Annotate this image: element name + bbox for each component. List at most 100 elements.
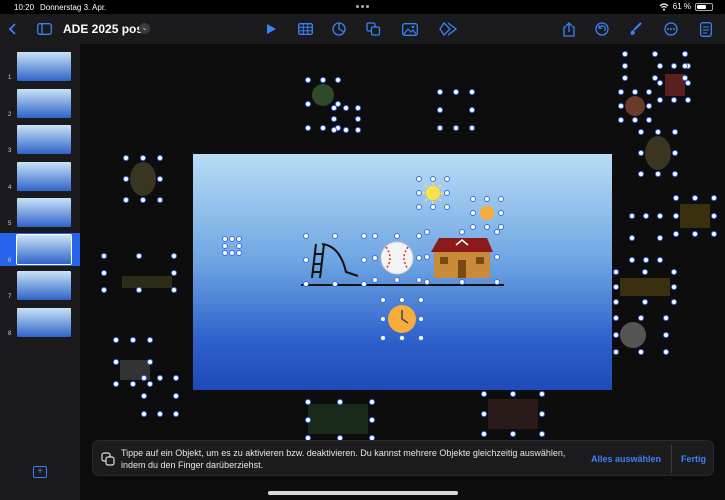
selection-handle[interactable] xyxy=(113,359,119,365)
selection-handle[interactable] xyxy=(685,80,691,86)
selection-handle[interactable] xyxy=(303,257,309,263)
moon-object-right[interactable] xyxy=(645,136,671,170)
selection-handle[interactable] xyxy=(123,176,129,182)
selection-handle[interactable] xyxy=(638,171,644,177)
selection-handle[interactable] xyxy=(372,277,378,283)
wheel-object[interactable] xyxy=(620,322,646,348)
selection-handle[interactable] xyxy=(470,196,476,202)
selection-handle[interactable] xyxy=(229,250,235,256)
slide-thumbnail-8[interactable]: 8 xyxy=(0,306,80,339)
selection-handle[interactable] xyxy=(469,107,475,113)
selection-handle[interactable] xyxy=(481,431,487,437)
selection-handle[interactable] xyxy=(361,257,367,263)
selection-handle[interactable] xyxy=(673,195,679,201)
selection-handle[interactable] xyxy=(638,315,644,321)
selection-handle[interactable] xyxy=(430,176,436,182)
selection-handle[interactable] xyxy=(510,391,516,397)
selection-handle[interactable] xyxy=(101,287,107,293)
selection-handle[interactable] xyxy=(394,277,400,283)
multitasking-dots[interactable] xyxy=(356,5,369,8)
selection-handle[interactable] xyxy=(638,129,644,135)
tree-group-object[interactable] xyxy=(308,404,368,434)
selection-handle[interactable] xyxy=(646,103,652,109)
selection-handle[interactable] xyxy=(222,236,228,242)
selection-handle[interactable] xyxy=(171,253,177,259)
back-button[interactable] xyxy=(4,20,22,38)
insert-shape-button[interactable] xyxy=(364,20,382,38)
selection-handle[interactable] xyxy=(671,97,677,103)
selection-handle[interactable] xyxy=(484,196,490,202)
slide-thumbnail-5[interactable]: 5 xyxy=(0,196,80,229)
selection-handle[interactable] xyxy=(380,335,386,341)
selection-handle[interactable] xyxy=(481,411,487,417)
selection-handle[interactable] xyxy=(305,417,311,423)
selection-handle[interactable] xyxy=(613,299,619,305)
selection-handle[interactable] xyxy=(646,117,652,123)
selection-handle[interactable] xyxy=(418,297,424,303)
selection-handle[interactable] xyxy=(305,125,311,131)
selection-handle[interactable] xyxy=(332,233,338,239)
selection-handle[interactable] xyxy=(343,127,349,133)
selection-handle[interactable] xyxy=(657,257,663,263)
selection-handle[interactable] xyxy=(655,171,661,177)
selection-handle[interactable] xyxy=(394,233,400,239)
selection-handle[interactable] xyxy=(305,399,311,405)
selection-handle[interactable] xyxy=(372,233,378,239)
selection-handle[interactable] xyxy=(173,393,179,399)
selection-handle[interactable] xyxy=(539,411,545,417)
selection-handle[interactable] xyxy=(672,150,678,156)
bench-object[interactable] xyxy=(122,276,172,288)
bus-object[interactable] xyxy=(620,278,670,296)
selection-handle[interactable] xyxy=(671,63,677,69)
slide-thumbnail-3[interactable]: 3 xyxy=(0,123,80,156)
selection-handle[interactable] xyxy=(236,250,242,256)
selection-handle[interactable] xyxy=(141,375,147,381)
selection-handle[interactable] xyxy=(130,337,136,343)
slide-thumbnail-2[interactable]: 2 xyxy=(0,87,80,120)
insert-media-button[interactable] xyxy=(401,20,419,38)
selection-handle[interactable] xyxy=(618,117,624,123)
selection-handle[interactable] xyxy=(444,176,450,182)
baseball-image[interactable] xyxy=(379,240,415,276)
selection-handle[interactable] xyxy=(416,233,422,239)
selection-handle[interactable] xyxy=(335,77,341,83)
selection-handle[interactable] xyxy=(337,399,343,405)
selection-handle[interactable] xyxy=(655,129,661,135)
selection-handle[interactable] xyxy=(361,233,367,239)
selection-handle[interactable] xyxy=(663,349,669,355)
selection-handle[interactable] xyxy=(424,254,430,260)
slide-thumbnail-6[interactable]: 6 xyxy=(0,232,80,266)
selection-handle[interactable] xyxy=(140,197,146,203)
selection-handle[interactable] xyxy=(613,349,619,355)
add-slide-button[interactable]: + xyxy=(33,466,47,478)
selection-handle[interactable] xyxy=(141,411,147,417)
selection-handle[interactable] xyxy=(652,75,658,81)
animation-button[interactable] xyxy=(439,20,457,38)
selection-handle[interactable] xyxy=(236,243,242,249)
selection-handle[interactable] xyxy=(539,431,545,437)
selection-handle[interactable] xyxy=(355,127,361,133)
moon-object[interactable] xyxy=(130,162,156,196)
selection-handle[interactable] xyxy=(498,210,504,216)
selection-handle[interactable] xyxy=(399,297,405,303)
selection-handle[interactable] xyxy=(331,105,337,111)
selection-handle[interactable] xyxy=(123,197,129,203)
selection-handle[interactable] xyxy=(305,101,311,107)
home-indicator[interactable] xyxy=(268,491,458,495)
selection-handle[interactable] xyxy=(380,316,386,322)
selection-handle[interactable] xyxy=(171,270,177,276)
selection-handle[interactable] xyxy=(320,125,326,131)
slide-thumbnail-7[interactable]: 7 xyxy=(0,269,80,302)
selection-handle[interactable] xyxy=(652,51,658,57)
selection-handle[interactable] xyxy=(657,63,663,69)
selection-handle[interactable] xyxy=(657,235,663,241)
selection-handle[interactable] xyxy=(157,411,163,417)
selection-handle[interactable] xyxy=(355,116,361,122)
selection-handle[interactable] xyxy=(147,359,153,365)
selection-handle[interactable] xyxy=(222,250,228,256)
selection-handle[interactable] xyxy=(361,281,367,287)
selection-handle[interactable] xyxy=(416,255,422,261)
selection-handle[interactable] xyxy=(643,213,649,219)
selection-handle[interactable] xyxy=(147,337,153,343)
selection-handle[interactable] xyxy=(123,155,129,161)
